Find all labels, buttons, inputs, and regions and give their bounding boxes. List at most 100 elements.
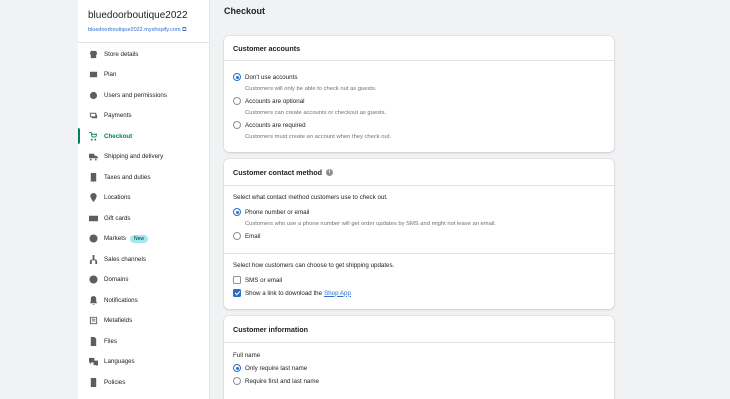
bell-icon	[88, 295, 99, 306]
languages-icon	[88, 356, 99, 367]
radio-button[interactable]	[233, 364, 241, 372]
option-label: Email	[245, 232, 261, 240]
globe-icon	[88, 233, 99, 244]
policies-icon	[88, 377, 99, 388]
customer-information-title: Customer information	[233, 324, 309, 334]
card-title: Customer accounts	[224, 36, 614, 60]
new-badge: New	[130, 234, 149, 243]
sidebar-item-label: Languages	[104, 358, 135, 366]
sidebar-item-shipping-and-delivery[interactable]: Shipping and delivery	[78, 147, 209, 168]
radio-button[interactable]	[233, 121, 241, 129]
user-icon	[88, 90, 99, 101]
checkbox-sms-or-email[interactable]: SMS or email	[233, 276, 282, 284]
store-header: bluedoorboutique2022 bluedoorboutique202…	[78, 0, 209, 35]
radio-first-and-last-name[interactable]: Require first and last name	[233, 377, 319, 385]
metafields-icon	[88, 315, 99, 326]
radio-accounts-optional[interactable]: Accounts are optional	[233, 97, 305, 105]
radio-button[interactable]	[233, 97, 241, 105]
radio-button[interactable]	[233, 73, 241, 81]
option-label: Accounts are optional	[245, 97, 305, 105]
radio-phone-or-email[interactable]: Phone number or email	[233, 208, 309, 216]
sidebar-item-label: Metafields	[104, 317, 133, 325]
contact-method-title: Customer contact method	[233, 167, 323, 177]
contact-method-intro: Select what contact method customers use…	[233, 194, 388, 201]
card-divider	[224, 342, 614, 343]
shipping-updates-intro: Select how customers can choose to get s…	[233, 262, 395, 269]
sidebar-item-label: Files	[104, 337, 118, 345]
plan-icon	[88, 69, 99, 80]
option-label: Show a link to download the	[245, 289, 323, 297]
sidebar-item-label: Plan	[104, 71, 117, 79]
sidebar-item-store-details[interactable]: Store details	[78, 44, 209, 65]
sidebar-item-locations[interactable]: Locations	[78, 188, 209, 209]
settings-nav: Store details Plan Users and permissions Pa…	[78, 44, 209, 393]
sidebar-item-checkout[interactable]: Checkout	[78, 126, 209, 147]
sidebar-item-plan[interactable]: Plan	[78, 65, 209, 86]
sidebar-item-domains[interactable]: Domains	[78, 270, 209, 291]
option-label: Phone number or email	[245, 208, 310, 216]
radio-email[interactable]: Email	[233, 232, 260, 240]
sidebar-item-markets[interactable]: Markets New	[78, 229, 209, 250]
sidebar-item-taxes-and-duties[interactable]: Taxes and duties	[78, 167, 209, 188]
radio-only-last-name[interactable]: Only require last name	[233, 364, 307, 372]
sidebar-item-gift-cards[interactable]: Gift cards	[78, 208, 209, 229]
sidebar-item-payments[interactable]: Payments	[78, 106, 209, 127]
info-icon[interactable]: i	[326, 168, 334, 176]
option-label: Require first and last name	[245, 377, 319, 385]
store-name: bluedoorboutique2022	[88, 10, 188, 21]
card-divider	[224, 185, 614, 186]
contact-method-card: Customer contact method i Select what con…	[224, 159, 614, 309]
store-icon	[88, 49, 99, 60]
checkbox-shop-app-link[interactable]: Show a link to download the Shop App	[233, 289, 351, 297]
card-title: Customer information	[224, 316, 614, 342]
sidebar-item-metafields[interactable]: Metafields	[78, 311, 209, 332]
sidebar-divider	[78, 42, 209, 43]
sidebar-item-label: Shipping and delivery	[104, 153, 164, 161]
sidebar-item-label: Locations	[104, 194, 131, 202]
sidebar-item-label: Policies	[104, 378, 126, 386]
page-title: Checkout	[224, 6, 266, 16]
sidebar-item-label: Notifications	[104, 296, 138, 304]
sidebar-item-label: Taxes and duties	[104, 173, 151, 181]
option-label: Only require last name	[245, 364, 308, 372]
customer-accounts-card: Customer accounts Don't use accounts Cus…	[224, 36, 614, 152]
sidebar-item-notifications[interactable]: Notifications	[78, 290, 209, 311]
sidebar-item-label: Sales channels	[104, 255, 146, 263]
external-link-icon[interactable]: ⧉	[182, 27, 186, 33]
sidebar-item-sales-channels[interactable]: Sales channels	[78, 249, 209, 270]
sidebar-item-languages[interactable]: Languages	[78, 352, 209, 373]
store-url-text[interactable]: bluedoorboutique2022.myshopify.com	[88, 27, 181, 33]
domains-globe-icon	[88, 274, 99, 285]
option-label: Accounts are required	[245, 121, 306, 129]
sidebar-item-label: Checkout	[104, 132, 133, 140]
sidebar-item-policies[interactable]: Policies	[78, 372, 209, 393]
radio-button[interactable]	[233, 232, 241, 240]
sidebar-item-label: Payments	[104, 112, 132, 120]
store-url-link[interactable]: bluedoorboutique2022.myshopify.com ⧉	[88, 26, 206, 35]
active-indicator	[78, 128, 80, 144]
sales-channels-icon	[88, 254, 99, 265]
taxes-icon	[88, 172, 99, 183]
card-title: Customer contact method i	[224, 159, 614, 185]
option-help-text: Customers must create an account when th…	[245, 134, 391, 140]
payments-icon	[88, 110, 99, 121]
checkbox[interactable]	[233, 276, 241, 284]
cart-icon	[88, 131, 99, 142]
option-label: Don't use accounts	[245, 73, 298, 81]
option-help-text: Customers will only be able to check out…	[245, 86, 377, 92]
sidebar-item-label: Gift cards	[104, 214, 131, 222]
customer-accounts-title: Customer accounts	[233, 43, 301, 53]
shop-app-link[interactable]: Shop App	[324, 290, 351, 297]
card-divider	[224, 253, 614, 254]
full-name-label: Full name	[233, 352, 261, 359]
sidebar-item-users-and-permissions[interactable]: Users and permissions	[78, 85, 209, 106]
checkbox[interactable]	[233, 289, 241, 297]
customer-information-card: Customer information Full name Only requ…	[224, 316, 614, 399]
radio-button[interactable]	[233, 377, 241, 385]
radio-dont-use-accounts[interactable]: Don't use accounts	[233, 73, 297, 81]
sidebar-item-label: Domains	[104, 276, 129, 284]
radio-button[interactable]	[233, 208, 241, 216]
radio-accounts-required[interactable]: Accounts are required	[233, 121, 306, 129]
option-help-text: Customers who use a phone number will ge…	[245, 221, 497, 227]
sidebar-item-files[interactable]: Files	[78, 331, 209, 352]
